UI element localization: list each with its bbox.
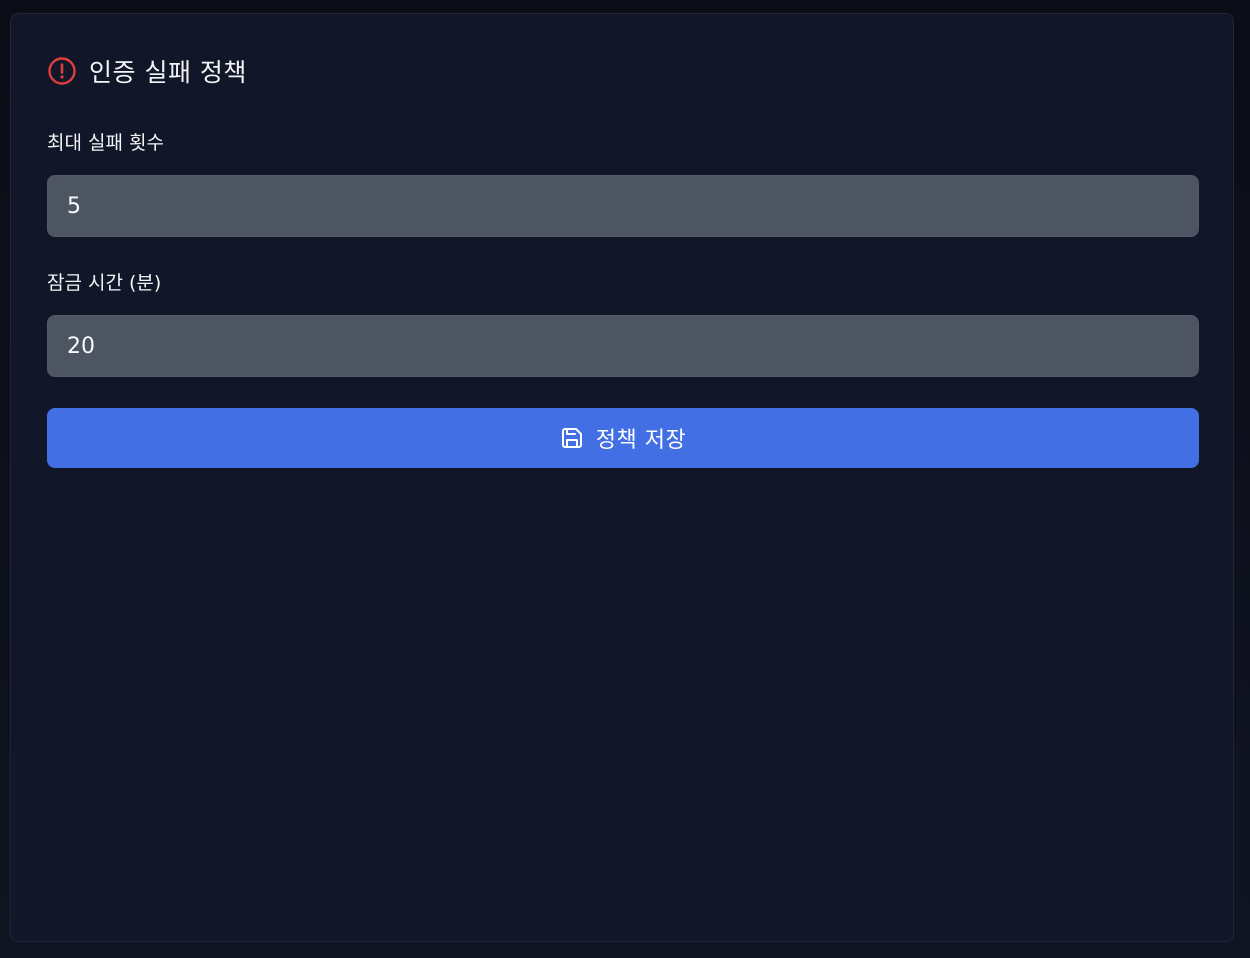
panel-header: 인증 실패 정책 — [47, 54, 247, 88]
max-failures-label: 최대 실패 횟수 — [47, 132, 164, 154]
alert-circle-icon — [47, 56, 77, 86]
lock-duration-input[interactable] — [47, 315, 1199, 377]
panel-title: 인증 실패 정책 — [89, 58, 247, 87]
max-failures-input[interactable] — [47, 175, 1199, 237]
save-icon — [560, 426, 584, 450]
save-policy-button[interactable]: 정책 저장 — [47, 408, 1199, 468]
auth-failure-policy-panel: 인증 실패 정책 최대 실패 횟수 잠금 시간 (분) 정책 저장 — [10, 13, 1234, 942]
lock-duration-label: 잠금 시간 (분) — [47, 272, 162, 294]
max-failures-field: 최대 실패 횟수 — [47, 130, 1199, 237]
save-policy-label: 정책 저장 — [595, 428, 687, 453]
page: 인증 실패 정책 최대 실패 횟수 잠금 시간 (분) 정책 저장 — [0, 0, 1250, 958]
lock-duration-field: 잠금 시간 (분) — [47, 270, 1199, 377]
